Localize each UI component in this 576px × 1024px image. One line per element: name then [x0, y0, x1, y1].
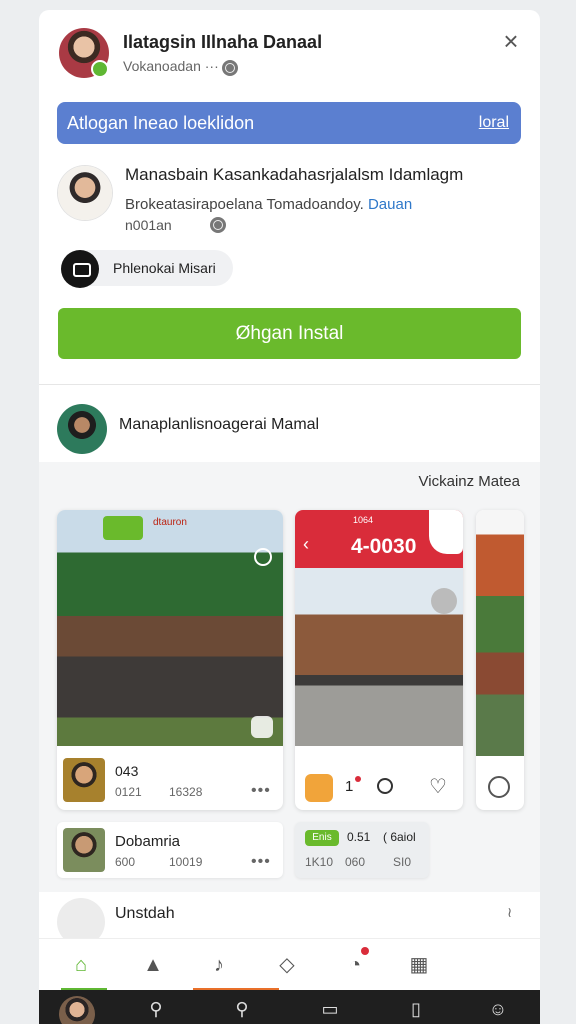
- search-icon: [377, 778, 393, 794]
- screenshot-2[interactable]: 1064 ‹ 4-0030 1 ♡: [295, 510, 463, 810]
- globe-icon: [210, 217, 226, 233]
- notification-dot: [355, 776, 361, 782]
- notification-dot: [361, 947, 369, 955]
- category-chip[interactable]: Phlenokai Misari: [61, 250, 233, 288]
- system-nav-bar: ⚲ ⚲ ▭ ▯ ☺: [39, 990, 540, 1024]
- banner-text: Atlogan Ineao loeklidon: [67, 113, 255, 133]
- search-icon[interactable]: ⚲: [231, 998, 253, 1020]
- developer-title: Manasbain Kasankadahasrjalalsm Idamlagm: [125, 165, 464, 184]
- rating-value: 0.51: [347, 830, 371, 844]
- banner-link[interactable]: loral: [479, 114, 509, 132]
- caption-thumbnail: [63, 758, 105, 802]
- gallery-label[interactable]: Vickainz Matea: [419, 473, 520, 490]
- rating-card[interactable]: Enis 0.51 ( 6aiol 1K10 060 SI0: [295, 822, 429, 878]
- smile-icon: [488, 776, 510, 798]
- info-banner: Atlogan Ineao loeklidon loral: [57, 102, 521, 144]
- rating-stat: 1K10: [305, 855, 334, 869]
- section-title: Manaplanlisnoagerai Mamal: [119, 416, 320, 433]
- developer-avatar: [58, 166, 112, 220]
- verified-badge-icon: [91, 60, 109, 78]
- review-card[interactable]: Dobamria 600 10019 •••: [57, 822, 283, 878]
- description-link[interactable]: Dauan: [368, 196, 412, 213]
- caption-stat: 0121: [115, 785, 142, 799]
- screenshot-top-text: dtauron: [153, 517, 187, 528]
- section-avatar: [57, 404, 107, 454]
- avatar[interactable]: [59, 996, 95, 1024]
- developer-description: Brokeatasirapoelana Tomadoandoy. Dauan: [125, 196, 412, 213]
- chat-icon[interactable]: ▭: [319, 998, 341, 1020]
- caption-stat: 16328: [169, 785, 203, 799]
- rating-stat: 060: [345, 855, 366, 869]
- search-icon[interactable]: ⚲: [145, 998, 167, 1020]
- rating-stat: SI0: [393, 855, 412, 869]
- screenshot-photo: [57, 510, 283, 746]
- divider: [39, 384, 540, 385]
- review-thumbnail: [63, 828, 105, 872]
- more-icon[interactable]: •••: [251, 782, 271, 800]
- tab-bar: ⌂ ▲ ♪ ◇ ◔ ▦: [39, 938, 540, 991]
- home-icon[interactable]: ⌂: [67, 951, 95, 979]
- chip-icon: [251, 716, 273, 738]
- rating-badge: Enis: [305, 830, 339, 846]
- clock-icon[interactable]: ◔: [341, 951, 369, 979]
- bell-icon[interactable]: ♪: [205, 951, 233, 979]
- close-button[interactable]: ×: [499, 28, 523, 54]
- bookmark-icon[interactable]: ◇: [273, 951, 301, 979]
- screenshot-number: 4-0030: [351, 535, 417, 558]
- status-text: 1064: [353, 515, 374, 525]
- back-arrow-icon: ‹: [303, 534, 309, 554]
- description-text: Brokeatasirapoelana Tomadoandoy.: [125, 196, 364, 213]
- flag-icon: [429, 510, 463, 554]
- pin-icon: [431, 588, 457, 614]
- app-sheet: Ilatagsin IIlnaha Danaal Vokanoadan ··· …: [39, 10, 540, 1024]
- screenshot-header: 1064 ‹ 4-0030: [295, 510, 463, 568]
- person-icon[interactable]: ☺: [487, 998, 509, 1020]
- circle-icon: [254, 548, 272, 566]
- action-count: 1: [345, 778, 354, 795]
- developer-code: n001an: [125, 217, 172, 233]
- next-title: Unstdah: [115, 905, 175, 922]
- chip-label: Phlenokai Misari: [113, 260, 216, 276]
- calendar-icon[interactable]: ▦: [405, 951, 433, 979]
- thumbs-up-icon[interactable]: ▲: [139, 951, 167, 979]
- globe-icon: [222, 60, 238, 76]
- rating-note: ( 6aiol: [383, 830, 416, 844]
- review-stat: 600: [115, 855, 136, 869]
- more-icon[interactable]: •••: [251, 853, 271, 871]
- screenshot-action-bar: 1 ♡: [295, 760, 463, 802]
- app-subtitle: Vokanoadan ···: [123, 58, 219, 74]
- review-title: Dobamria: [115, 833, 181, 850]
- review-stat: 10019: [169, 855, 203, 869]
- gamepad-icon: [61, 250, 99, 288]
- screenshot-3[interactable]: [476, 510, 524, 810]
- heart-icon: ♡: [429, 776, 447, 798]
- app-badge-icon: [103, 516, 143, 540]
- screenshot-photo: [476, 510, 524, 756]
- menu-icon: [305, 774, 333, 802]
- caption-value: 043: [115, 763, 139, 779]
- screenshot-1[interactable]: dtauron 043 0121 16328 •••: [57, 510, 283, 810]
- loading-icon: ≀: [507, 904, 513, 920]
- book-icon[interactable]: ▯: [405, 998, 427, 1020]
- app-title: Ilatagsin IIlnaha Danaal: [123, 32, 323, 52]
- install-button[interactable]: Øhgan Instal: [58, 308, 521, 359]
